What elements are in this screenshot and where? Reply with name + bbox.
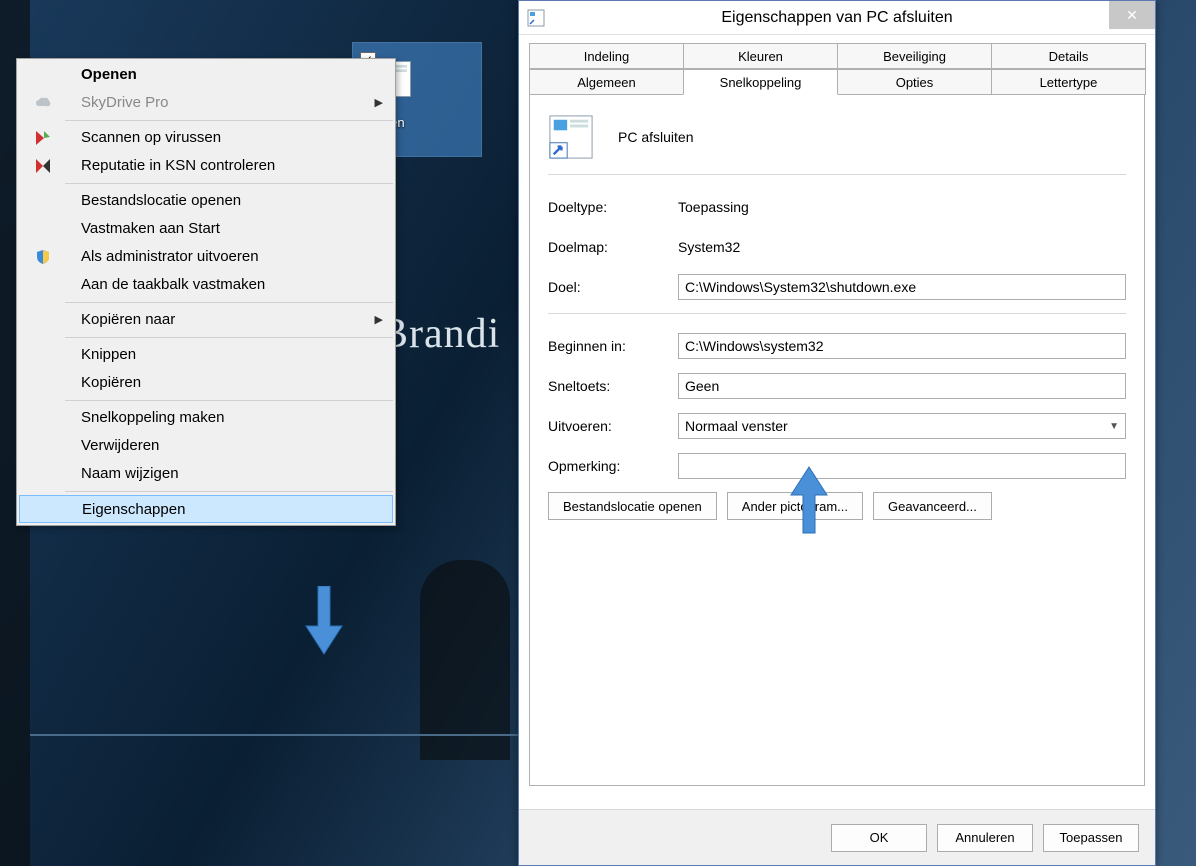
dialog-footer: OK Annuleren Toepassen: [519, 809, 1155, 865]
dialog-close-button[interactable]: ✕: [1109, 1, 1155, 29]
tab-indeling[interactable]: Indeling: [529, 43, 684, 69]
skydrive-icon: [33, 93, 53, 113]
tab-kleuren[interactable]: Kleuren: [683, 43, 838, 69]
annotation-arrow-down: [304, 586, 344, 656]
value-doeltype: Toepassing: [678, 199, 1126, 215]
advanced-button[interactable]: Geavanceerd...: [873, 492, 992, 520]
open-file-location-button[interactable]: Bestandslocatie openen: [548, 492, 717, 520]
shortcut-name: PC afsluiten: [618, 129, 693, 145]
tab-snelkoppeling[interactable]: Snelkoppeling: [683, 69, 838, 95]
tab-panel-shortcut: PC afsluiten Doeltype: Toepassing Doelma…: [529, 94, 1145, 786]
context-menu-item-label: Als administrator uitvoeren: [81, 248, 259, 265]
context-menu-item-label: Eigenschappen: [82, 501, 185, 518]
chevron-down-icon: ▼: [1109, 421, 1119, 432]
kav-ksn-icon: [33, 156, 53, 176]
context-menu-item-als-administrator-uitvoeren[interactable]: Als administrator uitvoeren: [17, 243, 395, 271]
select-uitvoeren-value: Normaal venster: [685, 418, 788, 434]
label-sneltoets: Sneltoets:: [548, 378, 678, 394]
ok-button[interactable]: OK: [831, 824, 927, 852]
close-icon: ✕: [1126, 7, 1138, 24]
label-opmerking: Opmerking:: [548, 458, 678, 474]
tab-algemeen[interactable]: Algemeen: [529, 69, 684, 95]
shield-icon: [33, 247, 53, 267]
label-doeltype: Doeltype:: [548, 199, 678, 215]
context-menu-separator: [65, 337, 393, 338]
context-menu-item-label: Reputatie in KSN controleren: [81, 157, 275, 174]
context-menu-item-eigenschappen[interactable]: Eigenschappen: [19, 495, 393, 523]
input-beginnen[interactable]: [678, 333, 1126, 359]
context-menu-item-kopi-ren-naar[interactable]: Kopiëren naar ▶: [17, 306, 395, 334]
submenu-arrow-icon: ▶: [375, 306, 383, 334]
label-uitvoeren: Uitvoeren:: [548, 418, 678, 434]
tab-beveiliging[interactable]: Beveiliging: [837, 43, 992, 69]
context-menu-item-label: Openen: [81, 66, 137, 83]
context-menu-item-bestandslocatie-openen[interactable]: Bestandslocatie openen: [17, 187, 395, 215]
input-opmerking[interactable]: [678, 453, 1126, 479]
label-doel: Doel:: [548, 279, 678, 295]
context-menu-item-label: Kopiëren: [81, 374, 141, 391]
context-menu-item-label: Naam wijzigen: [81, 465, 179, 482]
context-menu-separator: [65, 400, 393, 401]
apply-button[interactable]: Toepassen: [1043, 824, 1139, 852]
dialog-system-icon: [527, 9, 545, 27]
context-menu-item-openen[interactable]: Openen: [17, 61, 395, 89]
wallpaper-text: Brandi: [380, 310, 500, 358]
context-menu-separator: [65, 120, 393, 121]
input-sneltoets[interactable]: [678, 373, 1126, 399]
context-menu-item-label: Vastmaken aan Start: [81, 220, 220, 237]
context-menu-item-knippen[interactable]: Knippen: [17, 341, 395, 369]
shortcut-large-icon: [548, 114, 594, 160]
context-menu: Openen SkyDrive Pro ▶ Scannen op virussen Re…: [16, 58, 396, 526]
context-menu-item-verwijderen[interactable]: Verwijderen: [17, 432, 395, 460]
select-uitvoeren[interactable]: Normaal venster ▼: [678, 413, 1126, 439]
input-doel[interactable]: [678, 274, 1126, 300]
tab-opties[interactable]: Opties: [837, 69, 992, 95]
context-menu-item-naam-wijzigen[interactable]: Naam wijzigen: [17, 460, 395, 488]
label-beginnen: Beginnen in:: [548, 338, 678, 354]
context-menu-item-label: Knippen: [81, 346, 136, 363]
context-menu-item-label: Scannen op virussen: [81, 129, 221, 146]
context-menu-item-label: Aan de taakbalk vastmaken: [81, 276, 265, 293]
context-menu-item-skydrive-pro: SkyDrive Pro ▶: [17, 89, 395, 117]
context-menu-item-snelkoppeling-maken[interactable]: Snelkoppeling maken: [17, 404, 395, 432]
context-menu-separator: [65, 302, 393, 303]
dialog-title-text: Eigenschappen van PC afsluiten: [721, 9, 952, 27]
context-menu-item-label: Verwijderen: [81, 437, 159, 454]
label-doelmap: Doelmap:: [548, 239, 678, 255]
context-menu-separator: [65, 491, 393, 492]
dialog-titlebar[interactable]: Eigenschappen van PC afsluiten ✕: [519, 1, 1155, 35]
form-separator-2: [548, 313, 1126, 314]
context-menu-item-label: Kopiëren naar: [81, 311, 175, 328]
form-separator: [548, 174, 1126, 175]
annotation-arrow-up: [789, 465, 829, 535]
context-menu-separator: [65, 183, 393, 184]
context-menu-item-aan-de-taakbalk-vastmaken[interactable]: Aan de taakbalk vastmaken: [17, 271, 395, 299]
context-menu-item-reputatie-in-ksn-controleren[interactable]: Reputatie in KSN controleren: [17, 152, 395, 180]
context-menu-item-label: SkyDrive Pro: [81, 94, 169, 111]
tab-lettertype[interactable]: Lettertype: [991, 69, 1146, 95]
context-menu-item-label: Bestandslocatie openen: [81, 192, 241, 209]
value-doelmap: System32: [678, 239, 1126, 255]
context-menu-item-vastmaken-aan-start[interactable]: Vastmaken aan Start: [17, 215, 395, 243]
wallpaper-silhouette: [420, 560, 510, 760]
kav-scan-icon: [33, 128, 53, 148]
tab-details[interactable]: Details: [991, 43, 1146, 69]
properties-dialog: Eigenschappen van PC afsluiten ✕ Indelin…: [518, 0, 1156, 866]
submenu-arrow-icon: ▶: [375, 89, 383, 117]
context-menu-item-kopi-ren[interactable]: Kopiëren: [17, 369, 395, 397]
context-menu-item-scannen-op-virussen[interactable]: Scannen op virussen: [17, 124, 395, 152]
context-menu-item-label: Snelkoppeling maken: [81, 409, 224, 426]
cancel-button[interactable]: Annuleren: [937, 824, 1033, 852]
